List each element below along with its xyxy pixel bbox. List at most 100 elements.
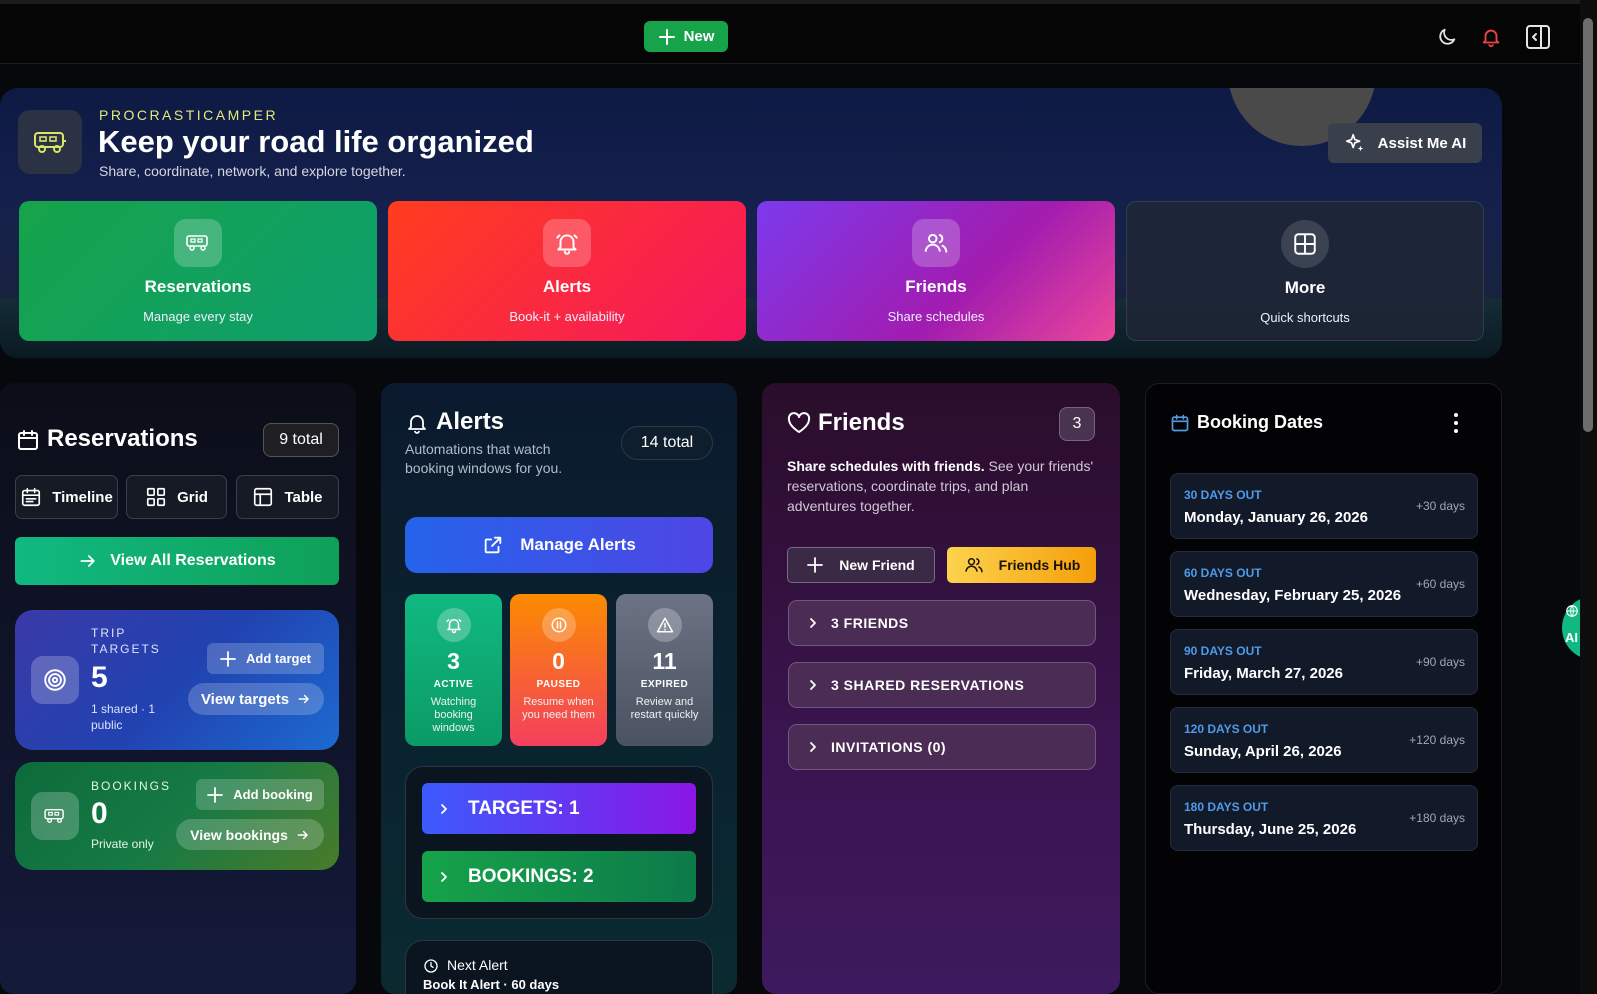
invitations-section-toggle[interactable]: INVITATIONS (0) xyxy=(788,724,1096,770)
top-bar: New xyxy=(0,0,1580,64)
bookings-count: 0 xyxy=(91,797,108,830)
tile-subtitle: Manage every stay xyxy=(143,309,253,324)
booking-date-value: Monday, January 26, 2026 xyxy=(1184,509,1368,526)
stat-expired[interactable]: 11 EXPIRED Review and restart quickly xyxy=(616,594,713,746)
tile-reservations[interactable]: Reservations Manage every stay xyxy=(19,201,377,341)
bookings-label: BOOKINGS xyxy=(91,779,172,793)
ai-fab-label: AI xyxy=(1565,630,1578,645)
new-friend-button[interactable]: New Friend xyxy=(787,547,935,583)
booking-date-item[interactable]: 120 DAYS OUT Sunday, April 26, 2026 +120… xyxy=(1170,707,1478,773)
users-icon xyxy=(964,558,983,573)
friends-section-toggle[interactable]: 3 FRIENDS xyxy=(788,600,1096,646)
tile-more[interactable]: More Quick shortcuts xyxy=(1126,201,1484,341)
booking-date-item[interactable]: 180 DAYS OUT Thursday, June 25, 2026 +18… xyxy=(1170,785,1478,851)
view-timeline-label: Timeline xyxy=(52,488,113,506)
shared-reservations-section-label: 3 SHARED RESERVATIONS xyxy=(831,677,1025,693)
stat-description: Review and restart quickly xyxy=(630,696,699,721)
target-icon xyxy=(31,656,79,704)
arrow-right-icon xyxy=(298,694,309,704)
camper-logo-icon xyxy=(18,110,82,174)
alerts-total-badge: 14 total xyxy=(621,426,713,460)
bell-ring-icon xyxy=(543,219,591,267)
bell-icon xyxy=(405,411,429,435)
view-targets-button[interactable]: View targets xyxy=(188,683,324,715)
booking-date-value: Thursday, June 25, 2026 xyxy=(1184,821,1357,838)
plus-icon xyxy=(807,557,824,573)
add-target-button[interactable]: Add target xyxy=(207,643,324,674)
chevron-right-icon xyxy=(810,680,816,690)
friends-section-label: 3 FRIENDS xyxy=(831,615,909,631)
tile-friends[interactable]: Friends Share schedules xyxy=(757,201,1115,341)
assist-me-ai-button[interactable]: Assist Me AI xyxy=(1328,123,1482,163)
manage-alerts-button[interactable]: Manage Alerts xyxy=(405,517,713,573)
bookings-meta: Private only xyxy=(91,837,154,851)
stat-paused[interactable]: 0 PAUSED Resume when you need them xyxy=(510,594,607,746)
targets-group-toggle[interactable]: TARGETS: 1 xyxy=(422,783,696,834)
plus-icon xyxy=(658,28,675,45)
arrow-right-icon xyxy=(297,830,308,839)
arrow-right-icon xyxy=(80,555,95,567)
clock-icon xyxy=(423,958,439,974)
booking-date-label: 30 DAYS OUT xyxy=(1184,488,1262,502)
reservations-title: Reservations xyxy=(47,425,198,452)
new-friend-label: New Friend xyxy=(839,557,915,573)
users-icon xyxy=(912,219,960,267)
booking-date-item[interactable]: 90 DAYS OUT Friday, March 27, 2026 +90 d… xyxy=(1170,629,1478,695)
plus-icon xyxy=(220,650,236,667)
ai-assistant-fab[interactable]: AI xyxy=(1562,596,1580,660)
stat-number: 3 xyxy=(447,648,460,674)
assist-me-ai-label: Assist Me AI xyxy=(1377,134,1467,152)
new-button[interactable]: New xyxy=(644,21,728,52)
calendar-icon xyxy=(1170,413,1190,433)
page-title: Keep your road life organized xyxy=(98,124,534,159)
add-target-label: Add target xyxy=(246,651,311,666)
stat-active[interactable]: 3 ACTIVE Watching booking windows xyxy=(405,594,502,746)
view-all-reservations-label: View All Reservations xyxy=(110,552,276,569)
page-subtitle: Share, coordinate, network, and explore … xyxy=(99,163,406,179)
bookings-group-toggle[interactable]: BOOKINGS: 2 xyxy=(422,851,696,902)
shared-reservations-section-toggle[interactable]: 3 SHARED RESERVATIONS xyxy=(788,662,1096,708)
scrollbar-thumb[interactable] xyxy=(1583,18,1593,432)
more-vertical-icon[interactable] xyxy=(1452,412,1460,434)
stat-label: EXPIRED xyxy=(640,679,689,690)
friends-count-badge: 3 xyxy=(1059,407,1095,441)
alerts-subtitle: Automations that watch booking windows f… xyxy=(405,441,563,476)
friends-hub-button[interactable]: Friends Hub xyxy=(947,547,1096,583)
tile-alerts[interactable]: Alerts Book-it + availability xyxy=(388,201,746,341)
trip-targets-label: TRIP TARGETS xyxy=(91,626,161,656)
booking-date-item[interactable]: 60 DAYS OUT Wednesday, February 25, 2026… xyxy=(1170,551,1478,617)
plus-icon xyxy=(207,786,224,803)
friends-hub-label: Friends Hub xyxy=(998,557,1081,573)
trip-targets-count: 5 xyxy=(91,661,108,694)
heart-icon xyxy=(787,412,811,434)
tile-subtitle: Share schedules xyxy=(887,309,985,324)
moon-icon[interactable] xyxy=(1434,24,1460,50)
view-grid-button[interactable]: Grid xyxy=(126,475,227,519)
stat-label: PAUSED xyxy=(536,679,581,690)
brand-name: PROCRASTICAMPER xyxy=(99,107,279,123)
booking-date-item[interactable]: 30 DAYS OUT Monday, January 26, 2026 +30… xyxy=(1170,473,1478,539)
booking-date-offset: +90 days xyxy=(1415,655,1465,669)
stat-description: Resume when you need them xyxy=(522,696,595,721)
sparkles-icon xyxy=(1345,133,1363,152)
grid-icon xyxy=(1281,220,1329,268)
rv-icon xyxy=(174,219,222,267)
tile-label: Alerts xyxy=(542,277,592,296)
booking-date-label: 180 DAYS OUT xyxy=(1184,800,1269,814)
sidebar-toggle-icon[interactable] xyxy=(1525,24,1551,50)
view-table-button[interactable]: Table xyxy=(236,475,339,519)
chevron-right-icon xyxy=(441,803,447,814)
view-table-label: Table xyxy=(284,488,323,506)
booking-date-label: 60 DAYS OUT xyxy=(1184,566,1262,580)
view-bookings-button[interactable]: View bookings xyxy=(176,819,324,850)
view-all-reservations-button[interactable]: View All Reservations xyxy=(15,537,339,585)
trip-targets-meta: 1 shared · 1 public xyxy=(91,702,156,732)
friends-description-bold: Share schedules with friends. xyxy=(787,458,985,474)
next-alert-card[interactable]: Next Alert Book It Alert · 60 days xyxy=(405,940,713,994)
add-booking-button[interactable]: Add booking xyxy=(196,779,324,810)
tile-subtitle: Book-it + availability xyxy=(509,309,625,324)
calendar-list-icon xyxy=(22,487,41,507)
view-timeline-button[interactable]: Timeline xyxy=(15,475,118,519)
bell-icon[interactable] xyxy=(1478,24,1504,50)
view-targets-label: View targets xyxy=(200,690,290,708)
